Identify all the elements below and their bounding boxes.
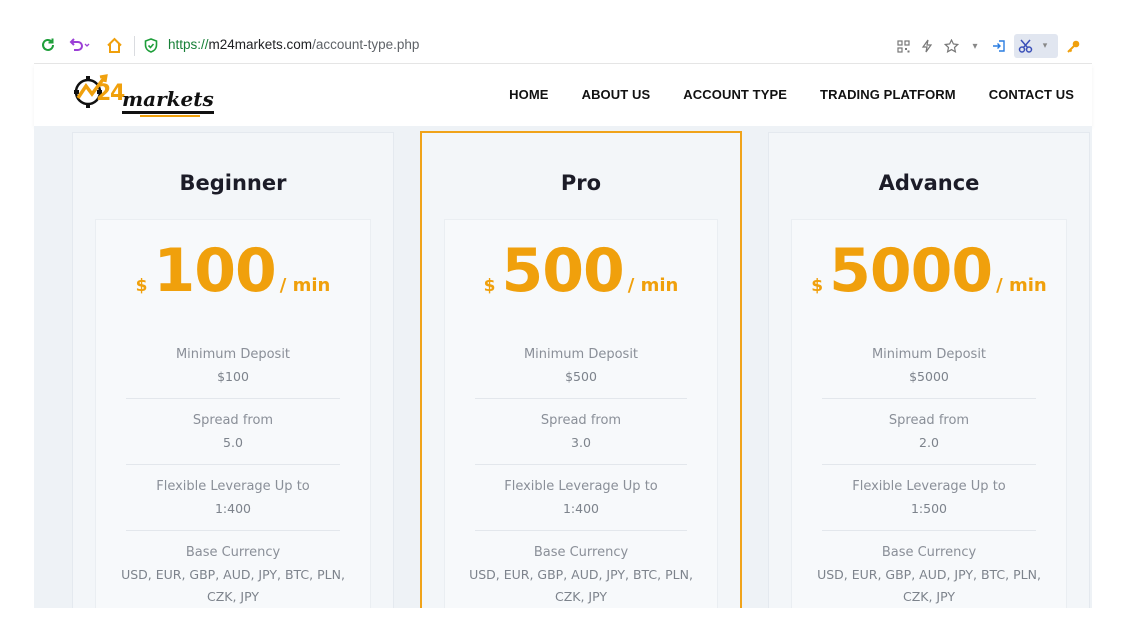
back-icon[interactable] <box>66 36 92 54</box>
plan-price: $100/ min <box>96 236 370 306</box>
home-icon[interactable] <box>104 36 124 54</box>
site-header: 2 4 markets HOME ABOUT US ACCOUNT TYPE T… <box>34 64 1092 126</box>
price-currency: $ <box>483 276 496 296</box>
feature-value: 5.0 <box>223 435 243 450</box>
nav-contact-us[interactable]: CONTACT US <box>989 87 1074 102</box>
feature-divider <box>475 530 687 531</box>
nav-home[interactable]: HOME <box>509 87 548 102</box>
feature-value: 1:400 <box>214 501 252 516</box>
feature-spread: Spread from 3.0 <box>475 410 687 454</box>
feature-minimum-deposit: Minimum Deposit $500 <box>475 344 687 388</box>
feature-base-currency: Base Currency USD, EUR, GBP, AUD, JPY, B… <box>816 542 1042 608</box>
feature-divider <box>475 464 687 465</box>
m24markets-logo[interactable]: 2 4 markets <box>70 70 220 122</box>
pricing-section: Beginner $100/ min Minimum Deposit $100 … <box>34 126 1092 608</box>
price-currency: $ <box>135 276 148 296</box>
plan-card-advance: Advance $5000/ min Minimum Deposit $5000… <box>768 132 1090 608</box>
price-period: / min <box>627 275 679 296</box>
feature-divider <box>822 464 1036 465</box>
plan-title: Pro <box>560 171 602 195</box>
feature-label: Flexible Leverage Up to <box>504 479 658 494</box>
feature-divider <box>126 530 340 531</box>
feature-label: Base Currency <box>185 545 281 560</box>
feature-label: Spread from <box>540 413 622 428</box>
nav-about-us[interactable]: ABOUT US <box>582 87 651 102</box>
feature-value: 1:400 <box>562 501 600 516</box>
price-amount: 5000 <box>829 236 993 306</box>
qr-code-icon[interactable] <box>894 34 912 58</box>
feature-label: Base Currency <box>533 545 629 560</box>
feature-value: 3.0 <box>571 435 591 450</box>
price-currency: $ <box>811 276 824 296</box>
feature-base-currency: Base Currency USD, EUR, GBP, AUD, JPY, B… <box>120 542 346 608</box>
feature-value: USD, EUR, GBP, AUD, JPY, BTC, PLN, CZK, … <box>469 567 693 604</box>
extension-icons: ▾ ▾ <box>894 34 1082 58</box>
url-path: /account-type.php <box>312 37 420 52</box>
nav-account-type[interactable]: ACCOUNT TYPE <box>683 87 787 102</box>
feature-leverage: Flexible Leverage Up to 1:400 <box>126 476 340 520</box>
feature-label: Minimum Deposit <box>175 347 291 362</box>
lightning-icon[interactable] <box>918 34 936 58</box>
feature-label: Flexible Leverage Up to <box>156 479 310 494</box>
feature-base-currency: Base Currency USD, EUR, GBP, AUD, JPY, B… <box>469 542 693 608</box>
toolbar-separator <box>134 36 135 56</box>
feature-value: $500 <box>565 369 597 384</box>
key-icon[interactable] <box>1064 34 1082 58</box>
feature-leverage: Flexible Leverage Up to 1:500 <box>822 476 1036 520</box>
plan-details: $500/ min Minimum Deposit $500 Spread fr… <box>444 219 718 608</box>
feature-value: $5000 <box>909 369 949 384</box>
nav-trading-platform[interactable]: TRADING PLATFORM <box>820 87 956 102</box>
price-amount: 500 <box>501 236 625 306</box>
feature-value: 2.0 <box>919 435 939 450</box>
plan-price: $500/ min <box>445 236 717 306</box>
feature-label: Flexible Leverage Up to <box>852 479 1006 494</box>
address-bar[interactable]: https://m24markets.com/account-type.php <box>168 37 419 52</box>
feature-minimum-deposit: Minimum Deposit $100 <box>126 344 340 388</box>
plan-title: Advance <box>878 171 980 195</box>
browser-toolbar: https://m24markets.com/account-type.php … <box>34 28 1092 64</box>
plan-price: $5000/ min <box>792 236 1066 306</box>
sign-in-icon[interactable] <box>990 34 1008 58</box>
feature-minimum-deposit: Minimum Deposit $5000 <box>822 344 1036 388</box>
feature-value: USD, EUR, GBP, AUD, JPY, BTC, PLN, CZK, … <box>817 567 1041 604</box>
feature-divider <box>475 398 687 399</box>
feature-spread: Spread from 2.0 <box>822 410 1036 454</box>
bookmark-star-icon[interactable] <box>942 34 960 58</box>
scissors-icon[interactable]: ▾ <box>1014 34 1058 58</box>
feature-value: USD, EUR, GBP, AUD, JPY, BTC, PLN, CZK, … <box>121 567 345 604</box>
plan-card-beginner: Beginner $100/ min Minimum Deposit $100 … <box>72 132 394 608</box>
price-amount: 100 <box>153 236 277 306</box>
plan-title: Beginner <box>179 171 287 195</box>
price-period: / min <box>996 275 1047 296</box>
plan-card-pro: Pro $500/ min Minimum Deposit $500 Sprea… <box>420 131 742 608</box>
feature-divider <box>822 530 1036 531</box>
feature-spread: Spread from 5.0 <box>126 410 340 454</box>
feature-label: Minimum Deposit <box>523 347 639 362</box>
url-protocol: https:// <box>168 37 209 52</box>
feature-label: Spread from <box>888 413 970 428</box>
feature-leverage: Flexible Leverage Up to 1:400 <box>475 476 687 520</box>
feature-label: Base Currency <box>881 545 977 560</box>
plan-details: $5000/ min Minimum Deposit $5000 Spread … <box>791 219 1067 608</box>
feature-divider <box>126 398 340 399</box>
scissors-chevron-icon: ▾ <box>1042 41 1048 51</box>
main-navigation: HOME ABOUT US ACCOUNT TYPE TRADING PLATF… <box>509 87 1074 102</box>
feature-value: $100 <box>217 369 249 384</box>
plan-details: $100/ min Minimum Deposit $100 Spread fr… <box>95 219 371 608</box>
feature-label: Spread from <box>192 413 274 428</box>
svg-text:markets: markets <box>122 87 214 111</box>
price-period: / min <box>279 275 331 296</box>
feature-divider <box>822 398 1036 399</box>
url-domain: m24markets.com <box>208 37 313 52</box>
dropdown-chevron-icon[interactable]: ▾ <box>966 34 984 58</box>
secure-shield-icon <box>144 38 158 53</box>
reload-icon[interactable] <box>38 36 58 54</box>
feature-label: Minimum Deposit <box>871 347 987 362</box>
feature-divider <box>126 464 340 465</box>
feature-value: 1:500 <box>910 501 948 516</box>
